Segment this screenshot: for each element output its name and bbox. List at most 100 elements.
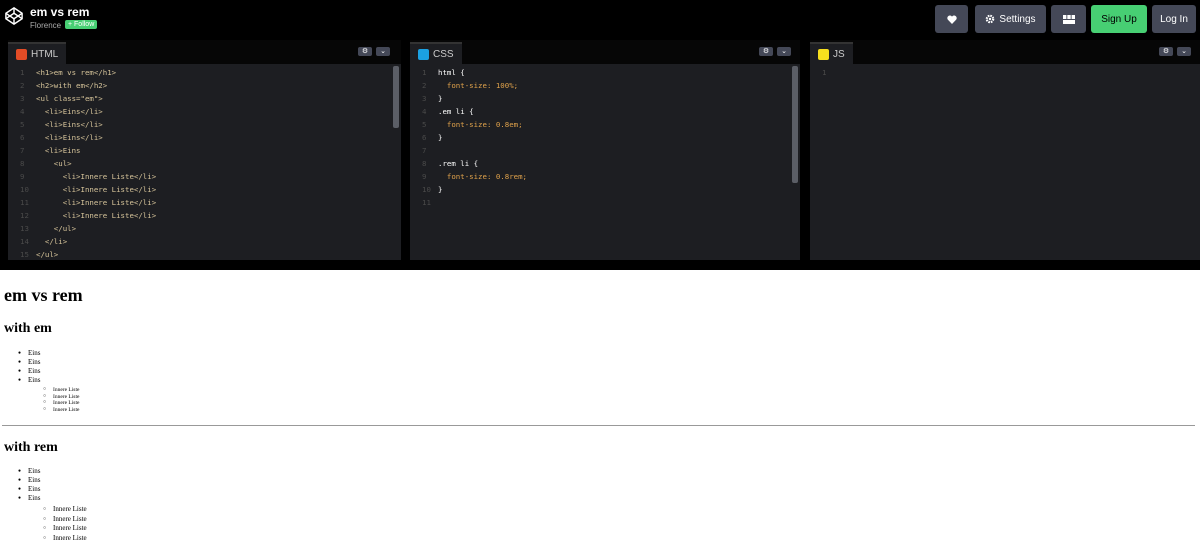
css-editor-header: CSS ⚙ ⌄ bbox=[410, 40, 800, 64]
heart-button[interactable] bbox=[935, 5, 968, 33]
js-code-area[interactable]: 1 bbox=[810, 66, 1200, 260]
code-text: } bbox=[438, 185, 443, 194]
code-text: html { bbox=[438, 68, 465, 77]
code-text: <li>Eins bbox=[36, 146, 81, 155]
html-scrollbar[interactable] bbox=[393, 66, 399, 128]
top-bar: em vs rem Florence + Follow Settings Sig… bbox=[0, 0, 1200, 40]
line-number: 14 bbox=[20, 237, 29, 246]
line-number: 10 bbox=[20, 185, 29, 194]
js-editor-pane: JS ⚙ ⌄ 1 bbox=[810, 40, 1200, 260]
code-text: <li>Innere Liste</li> bbox=[36, 185, 157, 194]
code-text: <h2>with em</h2> bbox=[36, 81, 108, 90]
log-in-button[interactable]: Log In bbox=[1152, 5, 1196, 33]
code-text: <li>Eins</li> bbox=[36, 120, 103, 129]
line-number: 4 bbox=[20, 107, 25, 116]
css-collapse-chevron-icon[interactable]: ⌄ bbox=[777, 47, 791, 56]
pen-title[interactable]: em vs rem bbox=[30, 5, 89, 19]
code-text: font-size: 100%; bbox=[438, 81, 519, 90]
code-text: </li> bbox=[36, 237, 68, 246]
pen-author[interactable]: Florence bbox=[30, 21, 61, 30]
code-text: font-size: 0.8rem; bbox=[438, 172, 527, 181]
line-number: 5 bbox=[422, 120, 427, 129]
line-number: 2 bbox=[422, 81, 427, 90]
html-editor-pane: HTML ⚙ ⌄ 1 <h1>em vs rem</h1> 2 <h2>with em… bbox=[8, 40, 401, 260]
result-preview: em vs rem with em Eins Eins Eins Eins In… bbox=[0, 270, 1200, 552]
line-number: 2 bbox=[20, 81, 25, 90]
tab-css-label: CSS bbox=[433, 48, 454, 60]
code-text: <li>Eins</li> bbox=[36, 107, 103, 116]
codepen-logo-icon[interactable] bbox=[5, 7, 23, 25]
em-list: Eins Eins Eins Eins bbox=[18, 349, 41, 385]
preview-heading-em: with em bbox=[4, 321, 52, 336]
rem-inner-list: Innere Liste Innere Liste Innere Liste I… bbox=[43, 505, 87, 544]
css-logo-icon bbox=[418, 48, 429, 60]
code-text: </ul> bbox=[36, 224, 77, 233]
code-text: <ul> bbox=[36, 159, 72, 168]
js-settings-icon[interactable]: ⚙ bbox=[1159, 47, 1173, 56]
html-logo-icon bbox=[16, 48, 27, 60]
list-item: Eins bbox=[18, 358, 41, 367]
code-text: } bbox=[438, 133, 443, 142]
resize-divider[interactable] bbox=[0, 260, 1200, 270]
line-number: 10 bbox=[422, 185, 431, 194]
line-number: 7 bbox=[422, 146, 427, 155]
line-number: 3 bbox=[20, 94, 25, 103]
gear-icon bbox=[986, 14, 995, 24]
list-item: Eins bbox=[18, 494, 41, 503]
code-text: <li>Innere Liste</li> bbox=[36, 211, 157, 220]
css-settings-icon[interactable]: ⚙ bbox=[759, 47, 773, 56]
css-scrollbar[interactable] bbox=[792, 66, 798, 183]
sign-up-button[interactable]: Sign Up bbox=[1091, 5, 1147, 33]
editors-area: HTML ⚙ ⌄ 1 <h1>em vs rem</h1> 2 <h2>with em… bbox=[0, 40, 1200, 260]
html-code-area[interactable]: 1 <h1>em vs rem</h1> 2 <h2>with em</h2> 3 <ul… bbox=[8, 66, 401, 260]
tab-js-label: JS bbox=[833, 48, 845, 60]
list-item: Innere Liste bbox=[43, 407, 80, 414]
list-item: Eins bbox=[18, 476, 41, 485]
line-number: 5 bbox=[20, 120, 25, 129]
js-collapse-chevron-icon[interactable]: ⌄ bbox=[1177, 47, 1191, 56]
line-number: 8 bbox=[20, 159, 25, 168]
line-number: 8 bbox=[422, 159, 427, 168]
rem-list: Eins Eins Eins Eins bbox=[18, 467, 41, 503]
code-text: <li>Innere Liste</li> bbox=[36, 172, 157, 181]
change-view-button[interactable] bbox=[1051, 5, 1086, 33]
preview-heading-1: em vs rem bbox=[4, 285, 83, 305]
list-item: Innere Liste bbox=[43, 515, 87, 525]
layout-icon bbox=[1062, 14, 1075, 24]
line-number: 11 bbox=[422, 198, 431, 207]
line-number: 12 bbox=[20, 211, 29, 220]
list-item: Eins bbox=[18, 376, 41, 385]
line-number: 1 bbox=[20, 68, 25, 77]
preview-heading-rem: with rem bbox=[4, 440, 58, 455]
code-text: <li>Innere Liste</li> bbox=[36, 198, 157, 207]
tab-js[interactable]: JS bbox=[810, 42, 853, 64]
code-text: <li>Eins</li> bbox=[36, 133, 103, 142]
list-item: Innere Liste bbox=[43, 534, 87, 544]
tab-css[interactable]: CSS bbox=[410, 42, 462, 64]
list-item: Eins bbox=[18, 485, 41, 494]
css-editor-pane: CSS ⚙ ⌄ 1 html {2 font-size: 100%; 3} 4 .em … bbox=[410, 40, 800, 260]
js-editor-header: JS ⚙ ⌄ bbox=[810, 40, 1200, 64]
list-item: Eins bbox=[18, 349, 41, 358]
settings-button[interactable]: Settings bbox=[975, 5, 1046, 33]
html-editor-header: HTML ⚙ ⌄ bbox=[8, 40, 401, 64]
line-number: 3 bbox=[422, 94, 427, 103]
list-item: Eins bbox=[18, 467, 41, 476]
html-collapse-chevron-icon[interactable]: ⌄ bbox=[376, 47, 390, 56]
css-code-area[interactable]: 1 html {2 font-size: 100%; 3} 4 .em li {5 fo… bbox=[410, 66, 800, 260]
js-logo-icon bbox=[818, 48, 829, 60]
html-settings-icon[interactable]: ⚙ bbox=[358, 47, 372, 56]
code-text: .rem li { bbox=[438, 159, 479, 168]
line-number: 13 bbox=[20, 224, 29, 233]
line-number: 6 bbox=[20, 133, 25, 142]
heart-icon bbox=[946, 15, 957, 24]
tab-html-label: HTML bbox=[31, 48, 59, 60]
line-number: 6 bbox=[422, 133, 427, 142]
follow-button[interactable]: + Follow bbox=[65, 20, 98, 29]
list-item: Eins bbox=[18, 367, 41, 376]
code-text: .em li { bbox=[438, 107, 474, 116]
code-text: <ul class="em"> bbox=[36, 94, 103, 103]
tab-html[interactable]: HTML bbox=[8, 42, 67, 64]
list-item: Innere Liste bbox=[43, 524, 87, 534]
line-number: 4 bbox=[422, 107, 427, 116]
